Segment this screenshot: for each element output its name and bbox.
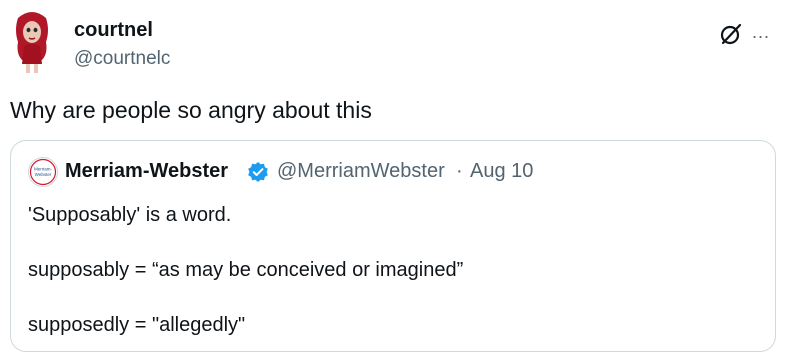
- verified-badge-icon: [248, 162, 268, 182]
- separator-dot: ·: [456, 160, 463, 182]
- svg-text:Merriam-: Merriam-: [34, 167, 52, 172]
- more-options-icon[interactable]: ...: [752, 20, 770, 44]
- quoted-post-card[interactable]: Merriam- Webster Merriam-Webster @Merria…: [10, 140, 776, 352]
- quoted-date[interactable]: Aug 10: [470, 159, 533, 183]
- quoted-text-line: supposedly = "allegedly": [28, 314, 246, 336]
- quoted-text-line: 'Supposably' is a word.: [28, 204, 232, 226]
- quoted-author-name[interactable]: Merriam-Webster: [65, 159, 228, 183]
- quoted-text-line: supposably = “as may be conceived or ima…: [28, 259, 464, 281]
- author-handle[interactable]: @courtnelc: [74, 47, 170, 71]
- quoted-avatar[interactable]: Merriam- Webster: [28, 157, 58, 187]
- svg-text:Webster: Webster: [35, 172, 52, 177]
- avatar[interactable]: [10, 8, 54, 74]
- quoted-author-handle[interactable]: @MerriamWebster: [277, 159, 445, 183]
- author-name[interactable]: courtnel: [74, 18, 153, 42]
- merriam-webster-logo: Merriam- Webster: [29, 158, 57, 186]
- slash-circle-icon[interactable]: [718, 21, 744, 47]
- post-text: Why are people so angry about this: [10, 97, 372, 123]
